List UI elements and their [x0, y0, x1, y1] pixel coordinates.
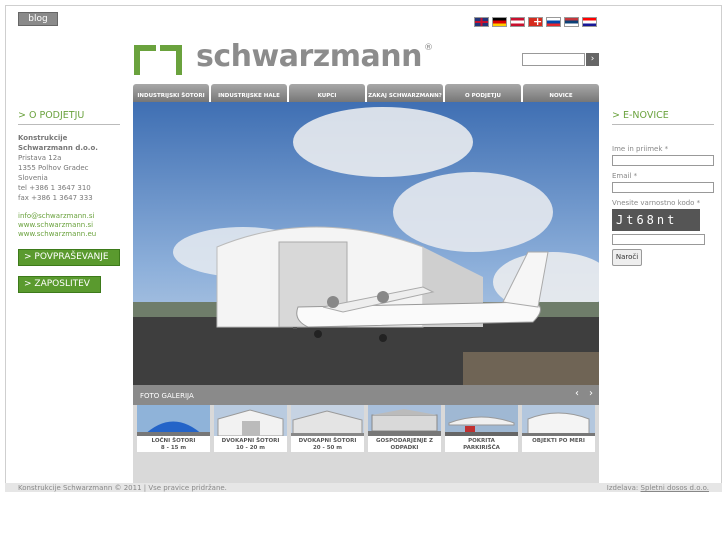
street: Pristava 12a	[18, 154, 62, 162]
name-label: Ime in priimek *	[612, 145, 669, 153]
gallery-thumb-dvokapni-20-50[interactable]: DVOKAPNI ŠOTORI 20 - 50 m	[291, 405, 364, 452]
thumb-image	[522, 405, 595, 436]
about-title: > O PODJETJU	[18, 110, 120, 125]
gallery-next-icon[interactable]: ›	[589, 388, 593, 399]
logo-text: schwarzmann	[196, 39, 422, 74]
newsletter-title: > E-NOVICE	[612, 110, 714, 125]
nav-item-o-podjetju[interactable]: O PODJETJU	[445, 84, 521, 102]
hero-image	[133, 102, 599, 385]
nav-item-industrijske-hale[interactable]: INDUSTRIJSKE HALE	[211, 84, 287, 102]
company-address: Konstrukcije Schwarzmann d.o.o. Pristava…	[18, 133, 120, 203]
ch-flag-icon[interactable]	[528, 15, 543, 28]
gallery-thumb-dvokapni-10-20[interactable]: DVOKAPNI ŠOTORI 10 - 20 m	[214, 405, 287, 452]
thumb-image	[137, 405, 210, 436]
thumb-image	[445, 405, 518, 436]
rs-flag-icon[interactable]	[564, 17, 579, 27]
website-eu-link[interactable]: www.schwarzmann.eu	[18, 230, 120, 239]
search-input[interactable]	[522, 53, 585, 66]
uk-flag-icon[interactable]	[474, 17, 489, 27]
language-flags	[474, 15, 597, 28]
name-field[interactable]	[612, 155, 714, 166]
code-label: Vnesite varnostno kodo *	[612, 199, 701, 207]
gallery-thumbs: LOČNI ŠOTORI 8 - 15 m DVOKAPNI ŠOTORI 10 -…	[133, 405, 599, 452]
gallery-bar: FOTO GALERIJA ‹ ›	[133, 385, 599, 405]
newsletter-sidebar: > E-NOVICE Ime in priimek * Email * Vnes…	[612, 110, 714, 266]
footer: Konstrukcije Schwarzmann © 2011 | Vse pr…	[5, 483, 722, 492]
at-flag-icon[interactable]	[510, 17, 525, 27]
si-flag-icon[interactable]	[546, 17, 561, 27]
registered-mark: ®	[423, 43, 433, 53]
gallery-title: FOTO GALERIJA	[140, 392, 194, 400]
schwarzmann-logo[interactable]: schwarzmann ®	[134, 39, 433, 75]
jobs-button[interactable]: > ZAPOSLITEV	[18, 276, 101, 293]
thumb-caption: DVOKAPNI ŠOTORI 20 - 50 m	[291, 436, 364, 452]
company-sidebar: > O PODJETJU Konstrukcije Schwarzmann d.…	[18, 110, 120, 293]
nav-item-kupci[interactable]: KUPCI	[289, 84, 365, 102]
thumb-caption: POKRITA PARKIRIŠČA	[445, 436, 518, 452]
thumb-image	[368, 405, 441, 436]
thumb-image	[214, 405, 287, 436]
thumb-caption: LOČNI ŠOTORI 8 - 15 m	[137, 436, 210, 452]
website-si-link[interactable]: www.schwarzmann.si	[18, 221, 120, 230]
credits-link[interactable]: Spletni dosos d.o.o.	[641, 484, 709, 492]
gallery-thumb-gospodarjenje[interactable]: GOSPODARJENJE Z ODPADKI	[368, 405, 441, 452]
nav-item-novice[interactable]: NOVICE	[523, 84, 599, 102]
thumb-caption: OBJEKTI PO MERI	[522, 436, 595, 452]
inquiry-button[interactable]: > POVPRAŠEVANJE	[18, 249, 120, 266]
de-flag-icon[interactable]	[492, 17, 507, 27]
thumb-image	[291, 405, 364, 436]
email-field[interactable]	[612, 182, 714, 193]
fax: fax +386 1 3647 333	[18, 194, 93, 202]
hr-flag-icon[interactable]	[582, 17, 597, 27]
main-nav: INDUSTRIJSKI ŠOTORI INDUSTRIJSKE HALE KU…	[133, 84, 599, 102]
credits-label: Izdelava:	[606, 484, 639, 492]
gallery-thumb-objekti-po-meri[interactable]: OBJEKTI PO MERI	[522, 405, 595, 452]
nav-item-industrijski-sotori[interactable]: INDUSTRIJSKI ŠOTORI	[133, 84, 209, 102]
email-label: Email *	[612, 172, 638, 180]
captcha-field[interactable]	[612, 234, 705, 245]
nav-item-zakaj-schwarzmann[interactable]: ZAKAJ SCHWARZMANN?	[367, 84, 443, 102]
logo-mark-icon	[134, 45, 182, 75]
company-name-1: Konstrukcije	[18, 134, 68, 142]
subscribe-button[interactable]: Naroči	[612, 249, 642, 266]
copyright-text: Konstrukcije Schwarzmann © 2011 | Vse pr…	[18, 484, 227, 492]
gallery-thumb-pokrita-parkirisca[interactable]: POKRITA PARKIRIŠČA	[445, 405, 518, 452]
gallery-prev-icon[interactable]: ‹	[575, 388, 579, 399]
credits: Izdelava: Spletni dosos d.o.o.	[607, 484, 709, 492]
thumb-caption: DVOKAPNI ŠOTORI 10 - 20 m	[214, 436, 287, 452]
thumb-caption: GOSPODARJENJE Z ODPADKI	[368, 436, 441, 452]
captcha-image: Jt68nt	[612, 209, 700, 231]
phone: tel +386 1 3647 310	[18, 184, 91, 192]
contact-links: info@schwarzmann.si www.schwarzmann.si w…	[18, 212, 120, 239]
city: 1355 Polhov Gradec	[18, 164, 89, 172]
country: Slovenia	[18, 174, 48, 182]
company-name-2: Schwarzmann d.o.o.	[18, 144, 98, 152]
search-go-button[interactable]: ›	[586, 53, 599, 66]
email-link[interactable]: info@schwarzmann.si	[18, 212, 120, 221]
blog-button[interactable]: blog	[18, 12, 58, 26]
gallery-thumb-locni-sotori[interactable]: LOČNI ŠOTORI 8 - 15 m	[137, 405, 210, 452]
photo-gallery: FOTO GALERIJA ‹ › LOČNI ŠOTORI 8 - 15 m D…	[133, 385, 599, 483]
hangar-airplane-photo	[133, 102, 599, 385]
